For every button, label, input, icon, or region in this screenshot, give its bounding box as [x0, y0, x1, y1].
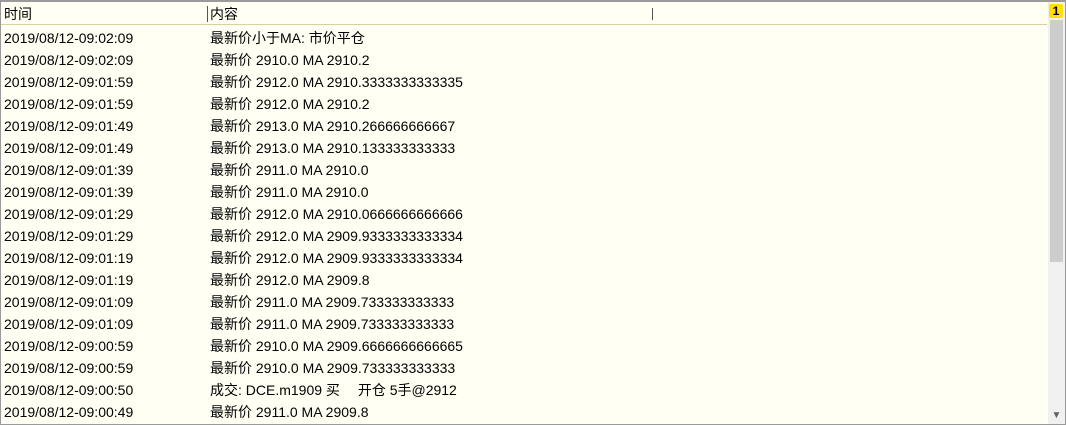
- row-content: 最新价 2910.0 MA 2910.2: [210, 52, 370, 68]
- table-row[interactable]: 2019/08/12-09:01:49 最新价 2913.0 MA 2910.13…: [1, 137, 1047, 159]
- table-row[interactable]: 2019/08/12-09:01:19 最新价 2912.0 MA 2909.93…: [1, 247, 1047, 269]
- row-content: 最新价小于MA: 市价平仓: [210, 30, 365, 46]
- row-content: 最新价 2911.0 MA 2909.8: [210, 404, 369, 420]
- row-content: 最新价 2910.0 MA 2909.733333333333: [210, 360, 456, 376]
- row-content: 最新价 2910.0 MA 2909.6666666666665: [210, 338, 463, 354]
- row-time: 2019/08/12-09:01:59: [4, 96, 134, 112]
- row-content: 成交: DCE.m1909 买 开仓 5手@2912: [210, 382, 457, 398]
- row-time: 2019/08/12-09:02:09: [4, 30, 134, 46]
- table-row[interactable]: 2019/08/12-09:01:39 最新价 2911.0 MA 2910.0: [1, 159, 1047, 181]
- row-content: 最新价 2911.0 MA 2909.733333333333: [210, 316, 455, 332]
- row-content: 最新价 2911.0 MA 2910.0: [210, 184, 369, 200]
- row-content: 最新价 2912.0 MA 2909.9333333333334: [210, 228, 463, 244]
- row-time: 2019/08/12-09:01:09: [4, 294, 134, 310]
- row-content: 最新价 2912.0 MA 2910.3333333333335: [210, 74, 463, 90]
- row-content: 最新价 2911.0 MA 2909.733333333333: [210, 294, 455, 310]
- row-time: 2019/08/12-09:02:09: [4, 52, 134, 68]
- table-row[interactable]: 2019/08/12-09:01:49 最新价 2913.0 MA 2910.26…: [1, 115, 1047, 137]
- column-header-content[interactable]: 内容: [207, 6, 238, 22]
- table-row[interactable]: 2019/08/12-09:01:09 最新价 2911.0 MA 2909.73…: [1, 313, 1047, 335]
- table-row[interactable]: 2019/08/12-09:00:59 最新价 2910.0 MA 2909.66…: [1, 335, 1047, 357]
- row-time: 2019/08/12-09:01:49: [4, 118, 134, 134]
- scroll-thumb[interactable]: [1050, 20, 1063, 262]
- row-time: 2019/08/12-09:01:09: [4, 316, 134, 332]
- row-time: 2019/08/12-09:00:49: [4, 404, 134, 420]
- row-content: 最新价 2912.0 MA 2909.8: [210, 272, 370, 288]
- row-time: 2019/08/12-09:01:29: [4, 228, 134, 244]
- row-content: 最新价 2912.0 MA 2910.2: [210, 96, 370, 112]
- scroll-down-icon[interactable]: ▼: [1048, 408, 1065, 424]
- row-time: 2019/08/12-09:01:29: [4, 206, 134, 222]
- table-header: 时间 内容: [1, 2, 1047, 25]
- row-time: 2019/08/12-09:01:39: [4, 184, 134, 200]
- table-row[interactable]: 2019/08/12-09:00:50 成交: DCE.m1909 买 开仓 5手…: [1, 379, 1047, 401]
- row-content: 最新价 2912.0 MA 2910.0666666666666: [210, 206, 463, 222]
- row-time: 2019/08/12-09:01:39: [4, 162, 134, 178]
- table-row[interactable]: 2019/08/12-09:01:59 最新价 2912.0 MA 2910.2: [1, 93, 1047, 115]
- table-row[interactable]: 2019/08/12-09:01:39 最新价 2911.0 MA 2910.0: [1, 181, 1047, 203]
- table-row[interactable]: 2019/08/12-09:02:09 最新价小于MA: 市价平仓: [1, 27, 1047, 49]
- row-time: 2019/08/12-09:01:19: [4, 272, 134, 288]
- table-row[interactable]: 2019/08/12-09:00:49 最新价 2911.0 MA 2909.8: [1, 401, 1047, 423]
- table-row[interactable]: 2019/08/12-09:01:29 最新价 2912.0 MA 2909.93…: [1, 225, 1047, 247]
- vertical-scrollbar[interactable]: ▲ ▼ 1: [1048, 2, 1065, 424]
- table-row[interactable]: 2019/08/12-09:01:19 最新价 2912.0 MA 2909.8: [1, 269, 1047, 291]
- column-resize-handle[interactable]: [652, 8, 653, 20]
- row-time: 2019/08/12-09:01:19: [4, 250, 134, 266]
- table-row[interactable]: 2019/08/12-09:02:09 最新价 2910.0 MA 2910.2: [1, 49, 1047, 71]
- table-row[interactable]: 2019/08/12-09:01:59 最新价 2912.0 MA 2910.33…: [1, 71, 1047, 93]
- table-row[interactable]: 2019/08/12-09:01:29 最新价 2912.0 MA 2910.06…: [1, 203, 1047, 225]
- row-content: 最新价 2912.0 MA 2909.9333333333334: [210, 250, 463, 266]
- row-content: 最新价 2911.0 MA 2910.0: [210, 162, 369, 178]
- row-content: 最新价 2913.0 MA 2910.133333333333: [210, 140, 456, 156]
- row-time: 2019/08/12-09:00:59: [4, 360, 134, 376]
- column-header-time[interactable]: 时间: [4, 6, 32, 22]
- row-time: 2019/08/12-09:01:49: [4, 140, 134, 156]
- log-panel: 时间 内容 2019/08/12-09:02:09 最新价小于MA: 市价平仓 20…: [0, 0, 1066, 425]
- row-time: 2019/08/12-09:01:59: [4, 74, 134, 90]
- log-list: 2019/08/12-09:02:09 最新价小于MA: 市价平仓 2019/08/…: [1, 27, 1047, 423]
- table-row[interactable]: 2019/08/12-09:01:09 最新价 2911.0 MA 2909.73…: [1, 291, 1047, 313]
- row-time: 2019/08/12-09:00:50: [4, 382, 134, 398]
- row-content: 最新价 2913.0 MA 2910.266666666667: [210, 118, 456, 134]
- row-time: 2019/08/12-09:00:59: [4, 338, 134, 354]
- notification-badge: 1: [1049, 4, 1063, 18]
- table-row[interactable]: 2019/08/12-09:00:59 最新价 2910.0 MA 2909.73…: [1, 357, 1047, 379]
